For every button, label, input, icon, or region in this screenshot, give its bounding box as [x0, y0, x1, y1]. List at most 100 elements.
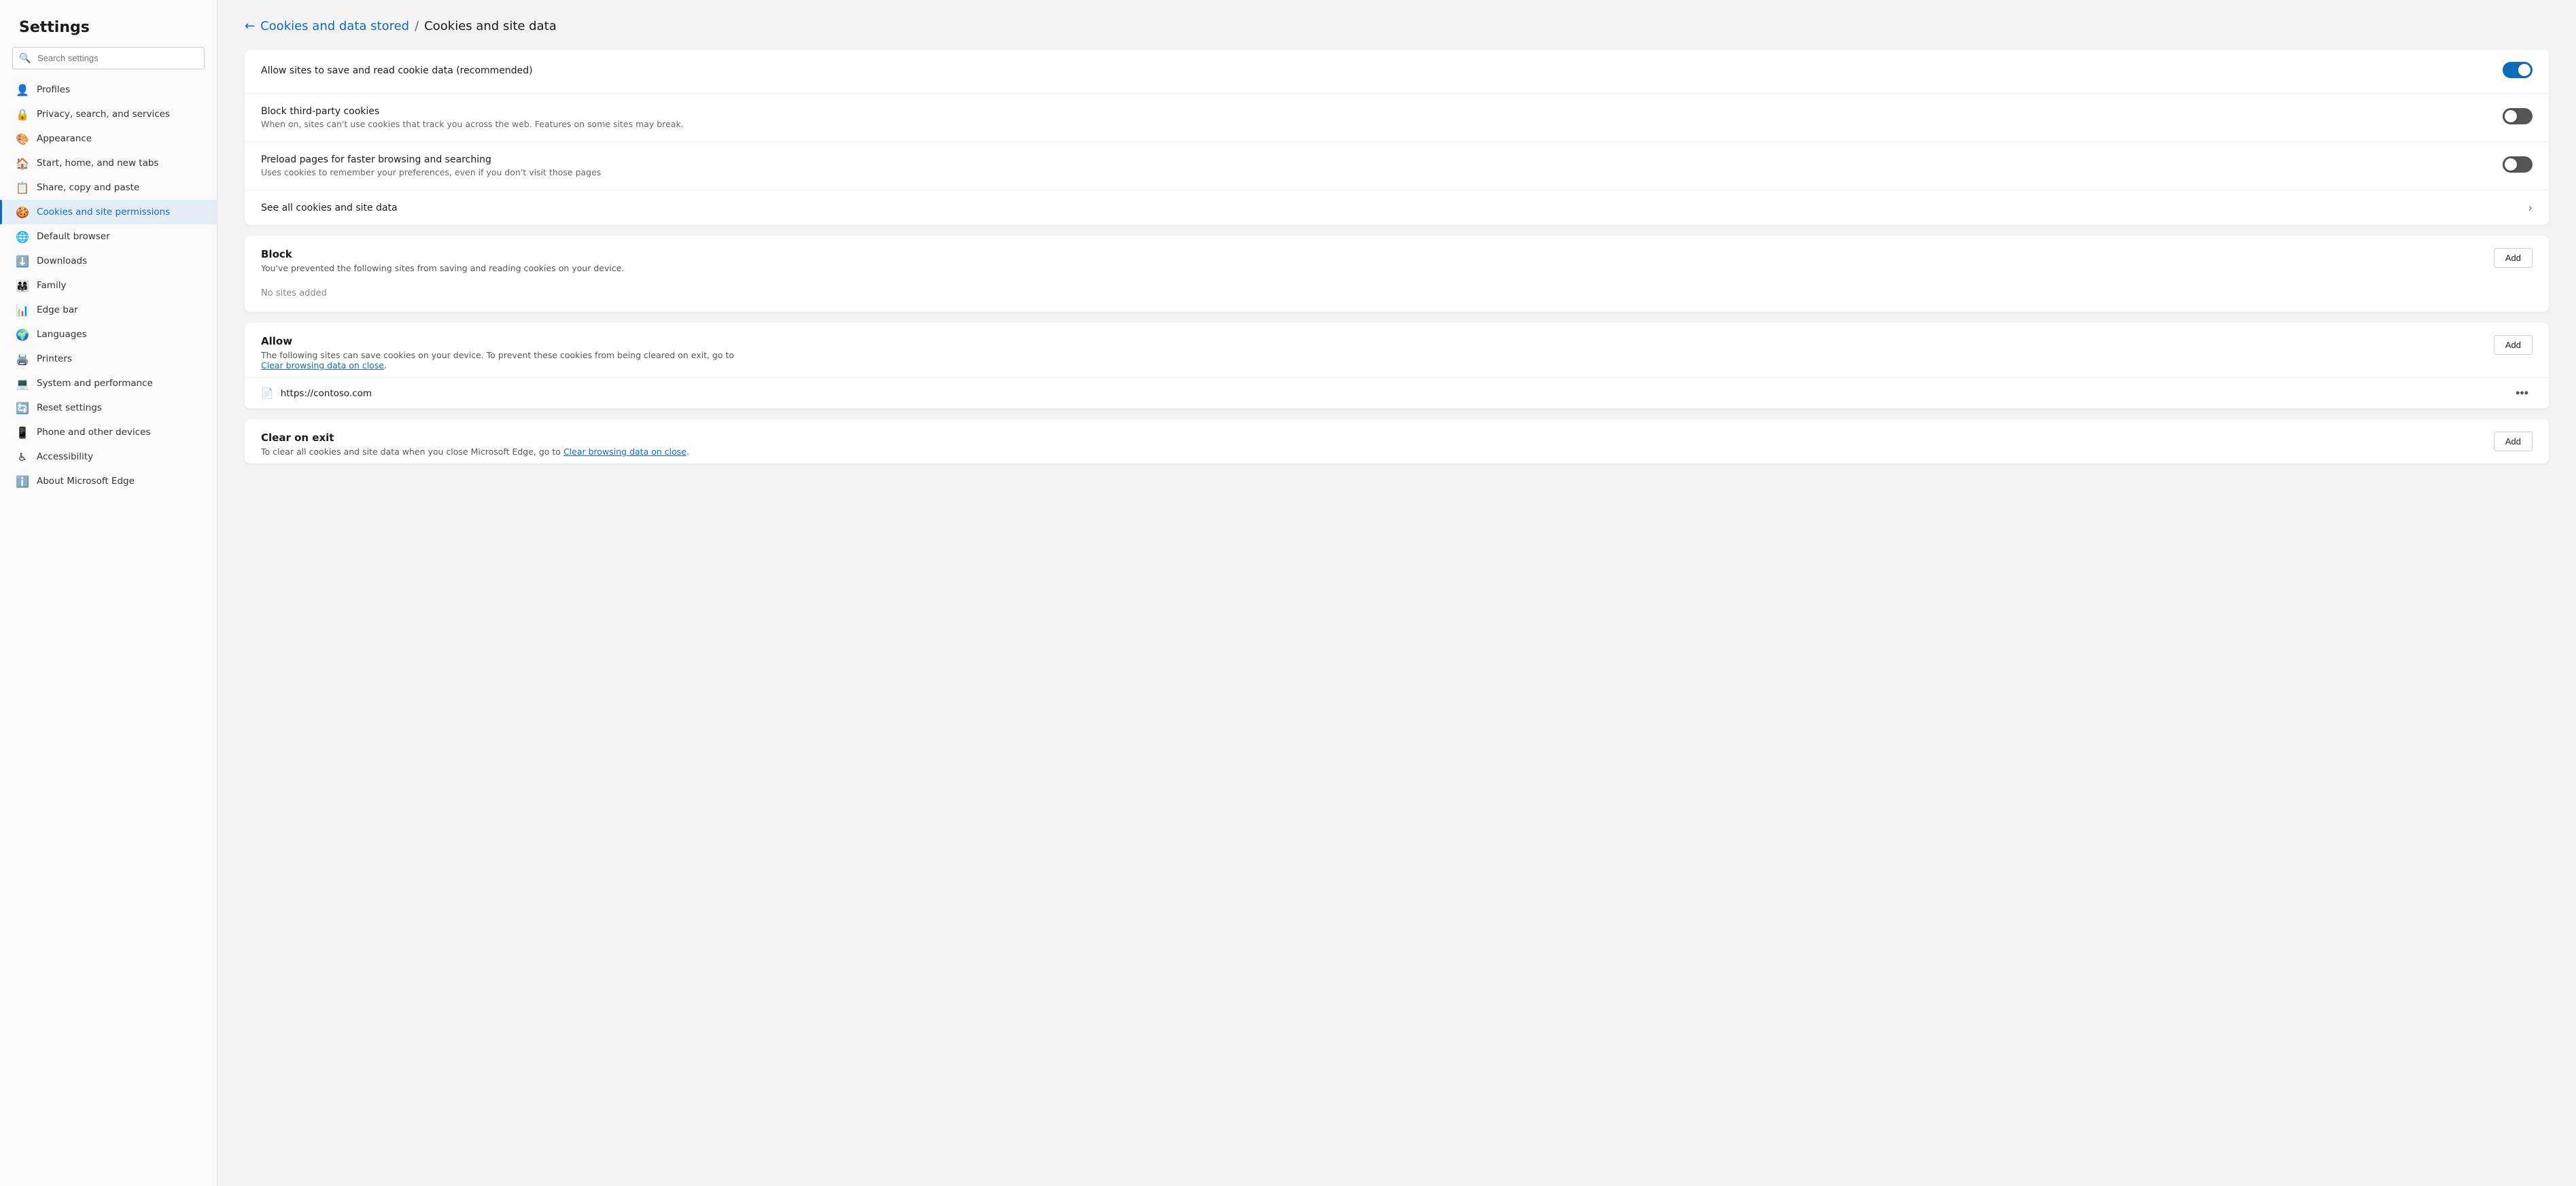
clear-desc-prefix: To clear all cookies and site data when …: [261, 447, 563, 457]
nav-icon-privacy: 🔒: [16, 108, 29, 120]
sidebar-item-share-copy[interactable]: 📋 Share, copy and paste: [0, 175, 217, 200]
main-cookie-settings-card: Allow sites to save and read cookie data…: [245, 50, 2549, 225]
nav-icon-cookies: 🍪: [16, 206, 29, 218]
nav-icon-start-home: 🏠: [16, 157, 29, 169]
allow-desc-suffix: .: [384, 360, 387, 370]
allow-add-button[interactable]: Add: [2494, 335, 2533, 355]
nav-icon-reset: 🔄: [16, 402, 29, 414]
nav-icon-about: ℹ️: [16, 475, 29, 487]
allow-section-title: Allow: [261, 335, 750, 347]
sidebar-item-start-home[interactable]: 🏠Start, home, and new tabs: [0, 151, 217, 175]
sidebar-item-profiles[interactable]: 👤 Profiles: [0, 77, 217, 102]
block-section-title: Block: [261, 248, 624, 260]
nav-label-about: About Microsoft Edge: [37, 476, 135, 487]
nav-icon-appearance: 🎨: [16, 133, 29, 145]
sidebar-item-reset[interactable]: 🔄 Reset settings: [0, 396, 217, 420]
nav-icon-edge-bar: 📊: [16, 304, 29, 316]
breadcrumb-separator: /: [415, 19, 419, 33]
nav-label-reset: Reset settings: [37, 402, 102, 413]
clear-desc-suffix: .: [686, 447, 689, 457]
allow-sites-row: Allow sites to save and read cookie data…: [245, 50, 2549, 94]
nav-label-family: Family: [37, 280, 66, 291]
nav-label-downloads: Downloads: [37, 256, 87, 266]
allow-site-row: 📄 https://contoso.com •••: [245, 377, 2549, 408]
sidebar-item-edge-bar[interactable]: 📊 Edge bar: [0, 298, 217, 322]
nav-label-edge-bar: Edge bar: [37, 304, 78, 315]
block-third-party-title: Block third-party cookies: [261, 106, 2492, 117]
clear-desc-link[interactable]: Clear browsing data on close: [563, 447, 686, 457]
file-icon: 📄: [261, 387, 274, 400]
block-empty-message: No sites added: [245, 280, 2549, 312]
sidebar-item-cookies[interactable]: 🍪Cookies and site permissions: [0, 200, 217, 224]
clear-on-exit-desc: To clear all cookies and site data when …: [261, 447, 689, 457]
block-third-party-row: Block third-party cookies When on, sites…: [245, 94, 2549, 142]
sidebar-item-phone[interactable]: 📱 Phone and other devices: [0, 420, 217, 444]
sidebar-item-about[interactable]: ℹ️ About Microsoft Edge: [0, 469, 217, 493]
clear-on-exit-title: Clear on exit: [261, 432, 689, 444]
allow-sites-toggle-wrapper[interactable]: [2503, 62, 2533, 81]
block-third-party-desc: When on, sites can't use cookies that tr…: [261, 119, 2492, 129]
block-add-button[interactable]: Add: [2494, 248, 2533, 268]
sidebar-item-default-browser[interactable]: 🌐 Default browser: [0, 224, 217, 249]
breadcrumb-current: Cookies and site data: [424, 19, 557, 33]
nav-icon-phone: 📱: [16, 426, 29, 438]
nav-label-profiles: Profiles: [37, 84, 70, 95]
sidebar-item-accessibility[interactable]: ♿Accessibility: [0, 444, 217, 469]
allow-desc-prefix: The following sites can save cookies on …: [261, 350, 734, 360]
nav-icon-printers: 🖨️: [16, 353, 29, 365]
block-section-header: Block You've prevented the following sit…: [245, 236, 2549, 280]
block-third-party-toggle[interactable]: [2503, 108, 2533, 124]
nav-icon-system: 💻: [16, 377, 29, 389]
nav-icon-family: 👨‍👩‍👧: [16, 279, 29, 292]
allow-site-info: 📄 https://contoso.com: [261, 387, 372, 400]
allow-section-desc: The following sites can save cookies on …: [261, 350, 750, 370]
sidebar-item-family[interactable]: 👨‍👩‍👧 Family: [0, 273, 217, 298]
clear-on-exit-add-button[interactable]: Add: [2494, 432, 2533, 451]
nav-icon-accessibility: ♿: [16, 451, 29, 463]
nav-icon-profiles: 👤: [16, 84, 29, 96]
allow-desc-link[interactable]: Clear browsing data on close: [261, 360, 384, 370]
nav-label-phone: Phone and other devices: [37, 427, 150, 438]
preload-pages-row: Preload pages for faster browsing and se…: [245, 142, 2549, 190]
allow-sites-toggle[interactable]: [2503, 62, 2533, 78]
main-content: ← Cookies and data stored / Cookies and …: [217, 0, 2576, 1186]
block-section-card: Block You've prevented the following sit…: [245, 236, 2549, 312]
preload-desc: Uses cookies to remember your preference…: [261, 167, 2492, 177]
allow-section-card: Allow The following sites can save cooki…: [245, 323, 2549, 408]
allow-site-more-button[interactable]: •••: [2511, 385, 2533, 402]
search-input[interactable]: [12, 47, 205, 69]
sidebar-item-privacy[interactable]: 🔒 Privacy, search, and services: [0, 102, 217, 126]
back-button[interactable]: ←: [245, 19, 255, 33]
breadcrumb-parent-link[interactable]: Cookies and data stored: [260, 19, 409, 33]
nav-label-system: System and performance: [37, 378, 153, 389]
allow-site-url: https://contoso.com: [281, 388, 372, 399]
sidebar-item-printers[interactable]: 🖨️Printers: [0, 347, 217, 371]
breadcrumb: ← Cookies and data stored / Cookies and …: [245, 19, 2549, 33]
nav-label-appearance: Appearance: [37, 133, 92, 144]
sidebar-item-system[interactable]: 💻 System and performance: [0, 371, 217, 396]
clear-on-exit-card: Clear on exit To clear all cookies and s…: [245, 419, 2549, 464]
nav-icon-default-browser: 🌐: [16, 230, 29, 243]
preload-toggle[interactable]: [2503, 156, 2533, 173]
preload-toggle-wrapper[interactable]: [2503, 156, 2533, 175]
sidebar-item-languages[interactable]: 🌍Languages: [0, 322, 217, 347]
preload-title: Preload pages for faster browsing and se…: [261, 154, 2492, 165]
see-all-cookies-row[interactable]: See all cookies and site data ›: [245, 190, 2549, 225]
search-box-wrapper: 🔍: [12, 47, 205, 69]
sidebar-title: Settings: [0, 0, 217, 47]
see-all-label: See all cookies and site data: [261, 203, 398, 213]
chevron-right-icon: ›: [2528, 201, 2533, 214]
allow-section-header: Allow The following sites can save cooki…: [245, 323, 2549, 377]
clear-on-exit-header: Clear on exit To clear all cookies and s…: [245, 419, 2549, 464]
sidebar-item-downloads[interactable]: ⬇️ Downloads: [0, 249, 217, 273]
block-section-desc: You've prevented the following sites fro…: [261, 263, 624, 273]
nav-label-share-copy: Share, copy and paste: [37, 182, 139, 193]
block-third-party-toggle-wrapper[interactable]: [2503, 108, 2533, 127]
nav-icon-downloads: ⬇️: [16, 255, 29, 267]
nav-label-languages: Languages: [37, 329, 87, 340]
nav-label-privacy: Privacy, search, and services: [37, 109, 170, 120]
nav-label-default-browser: Default browser: [37, 231, 110, 242]
nav-icon-share-copy: 📋: [16, 181, 29, 194]
sidebar-item-appearance[interactable]: 🎨 Appearance: [0, 126, 217, 151]
nav-list: 👤 Profiles 🔒 Privacy, search, and services 🎨…: [0, 77, 217, 493]
